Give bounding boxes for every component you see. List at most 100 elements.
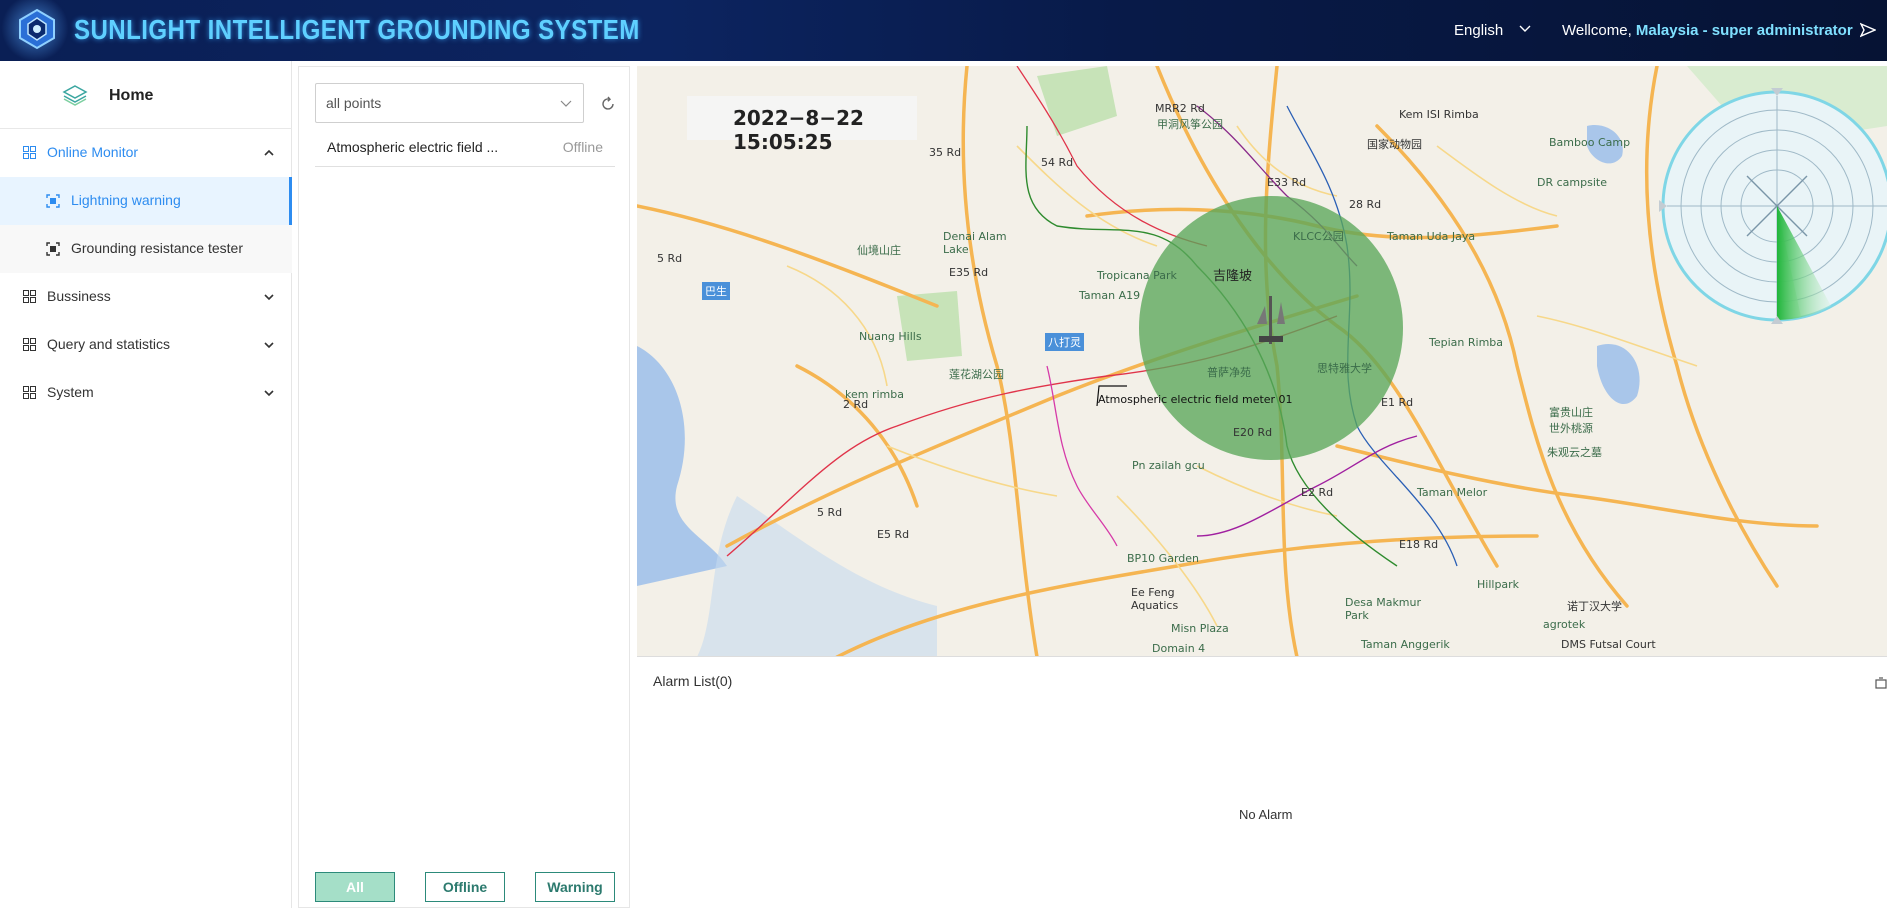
map-view[interactable]: 2022−8−22 15:05:25 吉隆坡 巴生 八打灵 Atmospheri… bbox=[637, 66, 1887, 657]
sidebar-item-online-monitor[interactable]: Online Monitor bbox=[0, 129, 292, 177]
sidebar-item-label: Online Monitor bbox=[47, 144, 139, 160]
sidebar-item-label: System bbox=[47, 384, 94, 400]
alarm-list-title: Alarm List(0) bbox=[653, 673, 733, 689]
chevron-down-icon[interactable] bbox=[1518, 24, 1532, 34]
map-poi: DMS Futsal Court bbox=[1561, 638, 1656, 651]
scan-icon bbox=[46, 194, 60, 208]
map-poi: 国家动物园 bbox=[1367, 138, 1422, 151]
map-poi: Bamboo Camp bbox=[1549, 136, 1631, 149]
sidebar-item-label: Query and statistics bbox=[47, 336, 170, 352]
sidebar-item-label: Bussiness bbox=[47, 288, 111, 304]
point-list-panel: all points Atmospheric electric field ..… bbox=[298, 66, 630, 908]
road-label: E20 Rd bbox=[1233, 426, 1273, 439]
chevron-down-icon bbox=[264, 294, 274, 301]
marker-label[interactable]: Atmospheric electric field meter 01 bbox=[1098, 393, 1293, 406]
map-badge: 巴生 bbox=[702, 282, 730, 300]
road-label: E5 Rd bbox=[877, 528, 910, 541]
grid-icon bbox=[23, 146, 36, 159]
sidebar-item-label: Lightning warning bbox=[71, 192, 181, 208]
alarm-list: Alarm List(0) No Alarm bbox=[637, 657, 1887, 908]
point-select-value: all points bbox=[326, 95, 382, 111]
road-label: E2 Rd bbox=[1301, 486, 1334, 499]
map-poi: agrotek bbox=[1543, 618, 1586, 631]
map-poi: 莲花湖公园 bbox=[949, 368, 1004, 381]
filter-offline-button[interactable]: Offline bbox=[425, 872, 505, 902]
map-poi: Pn zailah gcu bbox=[1132, 459, 1205, 472]
map-poi: BP10 Garden bbox=[1127, 552, 1199, 565]
map-poi: Taman Uda Jaya bbox=[1387, 230, 1476, 243]
point-status: Offline bbox=[562, 139, 603, 155]
map-poi: 诺丁汉大学 bbox=[1567, 600, 1622, 613]
sidebar-item-bussiness[interactable]: Bussiness bbox=[0, 273, 292, 321]
map-poi: 普萨净苑 bbox=[1207, 366, 1251, 379]
map-poi: Hillpark bbox=[1477, 578, 1520, 591]
brand-title: SUNLIGHT INTELLIGENT GROUNDING SYSTEM bbox=[74, 14, 640, 45]
home-label: Home bbox=[109, 87, 154, 104]
scan-icon bbox=[46, 242, 60, 256]
grid-icon bbox=[23, 386, 36, 399]
map-poi: Misn Plaza bbox=[1171, 622, 1229, 635]
map-poi: Tepian Rimba bbox=[1429, 336, 1504, 349]
map-poi: 思特雅大学 bbox=[1317, 362, 1372, 375]
list-item[interactable]: Atmospheric electric field ... Offline bbox=[315, 129, 615, 167]
welcome-text: Wellcome, Malaysia - super administrator bbox=[1562, 22, 1853, 39]
chevron-up-icon bbox=[264, 149, 274, 156]
road-label: 35 Rd bbox=[929, 146, 962, 159]
map-poi: 朱观云之墓 bbox=[1547, 446, 1602, 459]
map-poi: 富贵山庄 世外桃源 bbox=[1549, 406, 1593, 435]
map-poi: Taman A19 bbox=[1079, 289, 1141, 302]
grid-icon bbox=[23, 338, 36, 351]
timestamp: 2022−8−22 15:05:25 bbox=[733, 106, 864, 154]
road-label: 2 Rd bbox=[843, 398, 869, 411]
filter-warning-button[interactable]: Warning bbox=[535, 872, 615, 902]
map-poi: Taman Anggerik bbox=[1361, 638, 1450, 651]
layers-icon bbox=[62, 85, 88, 106]
map-poi: DR campsite bbox=[1537, 176, 1607, 189]
sidebar-item-grounding-resistance-tester[interactable]: Grounding resistance tester bbox=[0, 225, 292, 273]
radar-widget bbox=[1659, 88, 1887, 324]
send-icon[interactable] bbox=[1860, 22, 1876, 38]
road-label: E18 Rd bbox=[1399, 538, 1439, 551]
map-poi: 仙境山庄 bbox=[857, 244, 901, 257]
point-select[interactable]: all points bbox=[315, 83, 584, 123]
road-label: 5 Rd bbox=[657, 252, 683, 265]
timestamp-box: 2022−8−22 15:05:25 bbox=[687, 96, 917, 154]
chevron-down-icon bbox=[560, 100, 572, 107]
road-label: 28 Rd bbox=[1349, 198, 1382, 211]
sidebar-item-system[interactable]: System bbox=[0, 369, 292, 417]
map-poi: KLCC公园 bbox=[1293, 230, 1344, 243]
road-label: E33 Rd bbox=[1267, 176, 1307, 189]
filter-all-button[interactable]: All bbox=[315, 872, 395, 902]
map-poi: Denai Alam Lake bbox=[943, 230, 1007, 256]
map-poi: Nuang Hills bbox=[859, 330, 922, 343]
point-name: Atmospheric electric field ... bbox=[327, 139, 499, 155]
alarm-empty-text: No Alarm bbox=[1239, 807, 1293, 822]
map-poi: Kem ISI Rimba bbox=[1399, 108, 1479, 121]
city-label: 吉隆坡 bbox=[1213, 268, 1253, 283]
road-label: 5 Rd bbox=[817, 506, 843, 519]
app-header: SUNLIGHT INTELLIGENT GROUNDING SYSTEM En… bbox=[0, 0, 1887, 61]
welcome-prefix: Wellcome, bbox=[1562, 22, 1632, 39]
map-poi: Taman Melor bbox=[1417, 486, 1488, 499]
road-label: MRR2 Rd bbox=[1155, 102, 1205, 115]
grid-icon bbox=[23, 290, 36, 303]
chip-logo-icon bbox=[19, 8, 55, 50]
sidebar: Home Online Monitor Lightning warning Gr… bbox=[0, 61, 292, 908]
language-select[interactable]: English bbox=[1454, 22, 1503, 39]
current-user: Malaysia - super administrator bbox=[1635, 22, 1853, 39]
map-poi: Tropicana Park bbox=[1097, 269, 1177, 282]
road-label: E35 Rd bbox=[949, 266, 989, 279]
chevron-down-icon bbox=[264, 342, 274, 349]
sidebar-item-query-and-statistics[interactable]: Query and statistics bbox=[0, 321, 292, 369]
map-poi: 甲洞风筝公园 bbox=[1157, 118, 1223, 131]
refresh-icon[interactable] bbox=[600, 96, 616, 112]
sidebar-home[interactable]: Home bbox=[0, 61, 292, 129]
sidebar-item-label: Grounding resistance tester bbox=[71, 240, 243, 256]
map-poi: Ee Feng Aquatics bbox=[1131, 586, 1179, 612]
chevron-down-icon bbox=[264, 390, 274, 397]
map-poi: Domain 4 bbox=[1152, 642, 1206, 655]
settings-icon[interactable] bbox=[1875, 677, 1887, 689]
map-badge: 八打灵 bbox=[1045, 333, 1084, 351]
map-poi: Desa Makmur Park bbox=[1345, 596, 1422, 622]
sidebar-item-lightning-warning[interactable]: Lightning warning bbox=[0, 177, 292, 225]
